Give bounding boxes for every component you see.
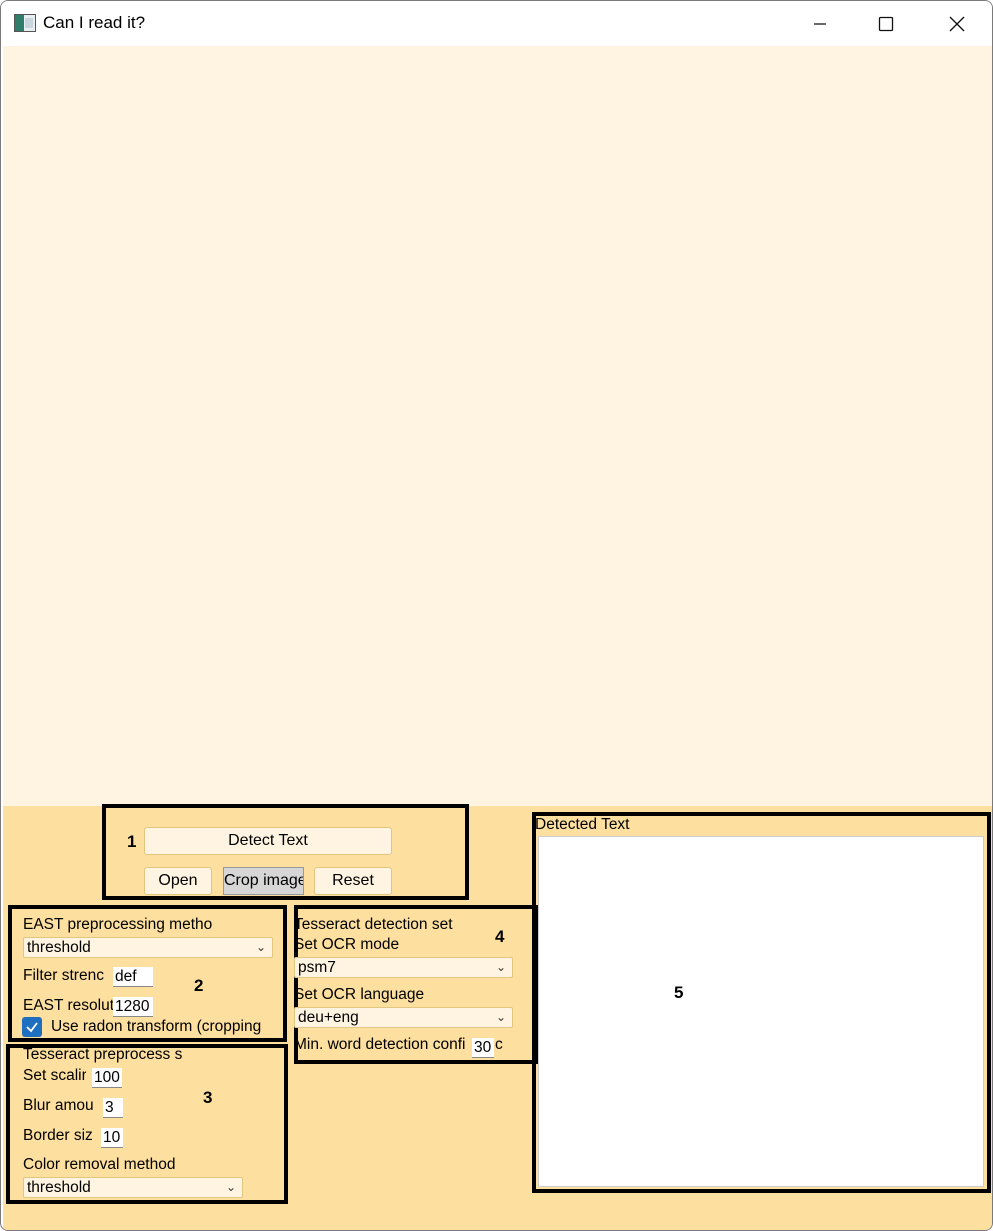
east-method-label: EAST preprocessing metho <box>23 916 213 933</box>
east-resolution-input[interactable]: 1280 <box>113 997 153 1017</box>
reset-button[interactable]: Reset <box>314 867 392 895</box>
east-method-value: threshold <box>27 939 91 956</box>
minimize-icon <box>814 22 826 25</box>
annotation-number-1: 1 <box>127 832 137 851</box>
filter-strength-label: Filter strenc <box>23 967 104 984</box>
scaling-input[interactable]: 100 <box>92 1068 122 1088</box>
annotation-number-5: 5 <box>674 983 684 1002</box>
detected-text-area[interactable] <box>538 836 984 1187</box>
tesseract-detection-title: Tesseract detection set <box>294 916 453 933</box>
maximize-icon <box>878 16 894 31</box>
radon-transform-checkbox[interactable] <box>22 1017 42 1037</box>
scaling-label: Set scalir <box>23 1067 86 1084</box>
chevron-down-icon: ⌄ <box>255 940 266 954</box>
title-bar: Can I read it? <box>1 1 992 46</box>
east-resolution-label: EAST resolut <box>23 997 115 1014</box>
checkmark-icon <box>26 1022 38 1033</box>
color-removal-select[interactable]: threshold ⌄ <box>23 1177 243 1198</box>
border-size-input[interactable]: 10 <box>101 1128 123 1148</box>
maximize-button[interactable] <box>851 1 921 46</box>
detected-text-title: Detected Text <box>535 816 630 833</box>
ocr-mode-value: psm7 <box>298 959 336 976</box>
detect-text-button[interactable]: Detect Text <box>144 827 392 855</box>
close-icon <box>949 16 965 31</box>
annotation-number-3: 3 <box>203 1088 213 1107</box>
crop-image-button[interactable]: Crop image <box>223 867 304 895</box>
close-button[interactable] <box>922 1 992 46</box>
color-removal-label: Color removal method <box>23 1156 176 1173</box>
chevron-down-icon: ⌄ <box>225 1180 236 1194</box>
open-button[interactable]: Open <box>144 867 212 895</box>
blur-amount-label: Blur amou <box>23 1097 94 1114</box>
annotation-number-2: 2 <box>194 976 204 995</box>
ocr-mode-label: Set OCR mode <box>294 936 400 953</box>
image-canvas[interactable] <box>3 46 992 806</box>
app-icon <box>14 14 36 32</box>
annotation-number-4: 4 <box>495 927 505 946</box>
app-window: Can I read it? 1 Detect Text Open Crop i… <box>0 0 993 1231</box>
border-size-label: Border siz <box>23 1127 93 1144</box>
min-confidence-label-tail: c <box>495 1036 503 1053</box>
window-title: Can I read it? <box>43 13 146 32</box>
east-method-select[interactable]: threshold ⌄ <box>23 937 273 958</box>
min-confidence-label: Min. word detection confi <box>294 1036 466 1053</box>
filter-strength-input[interactable]: def <box>113 967 153 987</box>
color-removal-value: threshold <box>27 1179 91 1196</box>
ocr-language-select[interactable]: deu+eng ⌄ <box>294 1007 513 1028</box>
ocr-language-value: deu+eng <box>298 1009 359 1026</box>
ocr-language-label: Set OCR language <box>294 986 425 1003</box>
chevron-down-icon: ⌄ <box>495 960 506 974</box>
blur-amount-input[interactable]: 3 <box>103 1098 123 1118</box>
minimize-button[interactable] <box>785 1 855 46</box>
ocr-mode-select[interactable]: psm7 ⌄ <box>294 957 513 978</box>
min-confidence-input[interactable]: 30 <box>472 1038 494 1058</box>
tesseract-preprocess-title: Tesseract preprocess s <box>23 1046 183 1063</box>
radon-transform-label: Use radon transform (cropping <box>51 1018 262 1035</box>
chevron-down-icon: ⌄ <box>495 1010 506 1024</box>
